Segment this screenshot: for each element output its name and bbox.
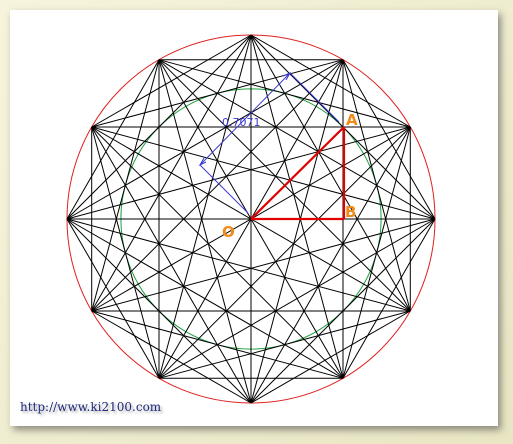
point-label-a: A [346, 111, 358, 129]
point-label-b: B [345, 203, 356, 221]
dimension-label: 0.7071 [222, 116, 261, 129]
chord-5-8 [158, 126, 411, 379]
point-label-o: O [222, 223, 235, 241]
chord-5-2 [91, 59, 344, 312]
geometry-diagram: 0.7071 A B O [66, 34, 436, 404]
watermark-url: http://www.ki2100.com [20, 400, 162, 414]
dimension-marker [198, 71, 340, 214]
